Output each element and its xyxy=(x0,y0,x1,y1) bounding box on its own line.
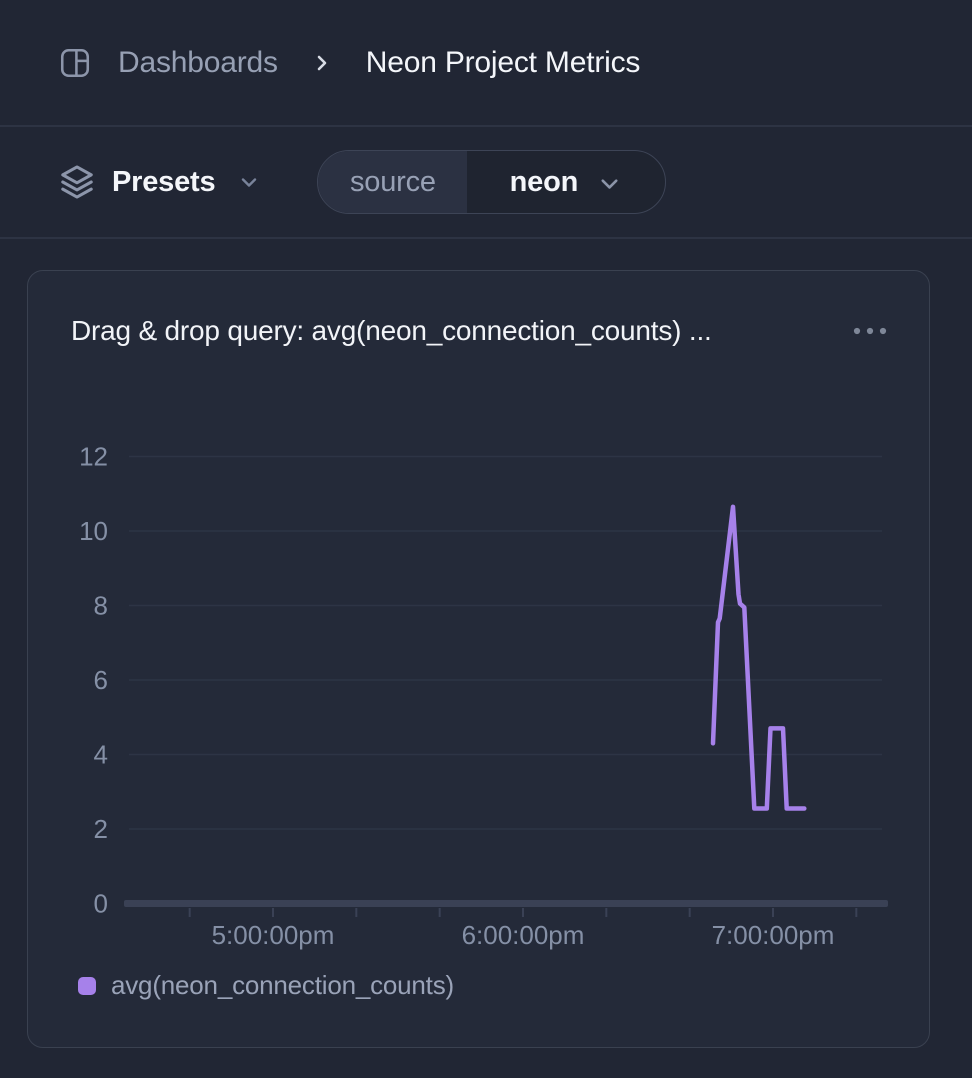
x-axis-label: 7:00:00pm xyxy=(712,920,835,950)
dashboards-icon xyxy=(58,46,92,80)
y-axis-label: 4 xyxy=(94,740,108,770)
y-axis-label: 6 xyxy=(94,665,108,695)
y-axis-label: 0 xyxy=(94,889,108,919)
panel-title: Drag & drop query: avg(neon_connection_c… xyxy=(71,315,712,347)
presets-label: Presets xyxy=(112,166,215,199)
y-axis-label: 8 xyxy=(94,591,108,621)
filter-value: neon xyxy=(467,151,665,213)
top-header: Dashboards Neon Project Metrics xyxy=(0,0,972,127)
metrics-line-chart[interactable]: 0 2 4 6 8 10 12 5:00:00pm 6:00:00pm 7:00:00pm xyxy=(28,271,931,1049)
metrics-panel-card: 0 2 4 6 8 10 12 5:00:00pm 6:00:00pm 7:00:00pm Dra… xyxy=(27,270,930,1048)
x-axis-line xyxy=(124,900,888,907)
page-title: Neon Project Metrics xyxy=(366,46,640,80)
chevron-right-icon xyxy=(310,51,334,75)
filter-value-label: neon xyxy=(510,166,578,199)
filter-key-label: source xyxy=(318,151,467,213)
y-axis-label: 12 xyxy=(79,442,108,472)
ellipsis-menu-icon xyxy=(852,326,888,336)
layers-icon xyxy=(58,163,96,201)
panel-header: Drag & drop query: avg(neon_connection_c… xyxy=(28,271,929,347)
presets-dropdown[interactable]: Presets xyxy=(58,163,261,201)
chevron-down-icon xyxy=(237,170,261,194)
legend-swatch xyxy=(78,977,96,995)
chevron-down-icon xyxy=(596,170,623,197)
x-axis-label: 6:00:00pm xyxy=(462,920,585,950)
y-axis-label: 10 xyxy=(79,516,108,546)
chart-legend[interactable]: avg(neon_connection_counts) xyxy=(78,970,454,1001)
y-axis-label: 2 xyxy=(94,814,108,844)
breadcrumb-dashboards-link[interactable]: Dashboards xyxy=(118,46,278,80)
filters-toolbar: Presets source neon xyxy=(0,127,972,239)
x-axis-label: 5:00:00pm xyxy=(212,920,335,950)
legend-series-label: avg(neon_connection_counts) xyxy=(111,970,454,1001)
series-line xyxy=(713,507,804,809)
panel-menu-button[interactable] xyxy=(847,316,893,346)
source-filter-select[interactable]: source neon xyxy=(317,150,666,214)
